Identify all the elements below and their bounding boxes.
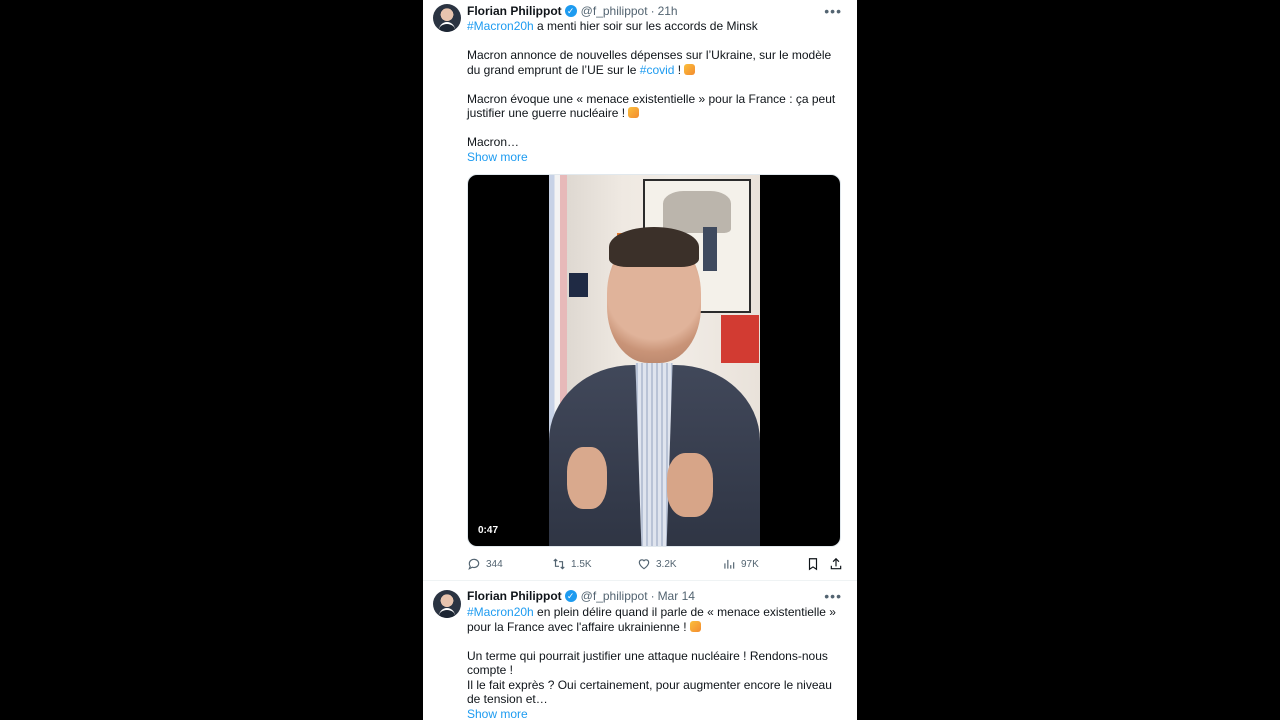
hashtag-link[interactable]: #Macron20h bbox=[467, 605, 534, 619]
author-avatar[interactable] bbox=[433, 590, 461, 618]
tweet-header: Florian Philippot ✓ @f_philippot · 21h bbox=[467, 2, 678, 20]
show-more-link[interactable]: Show more bbox=[467, 150, 847, 165]
verified-badge-icon: ✓ bbox=[564, 5, 577, 17]
video-player[interactable]: 0:47 bbox=[467, 174, 841, 547]
like-button[interactable]: 3.2K bbox=[637, 556, 677, 572]
reply-count: 344 bbox=[486, 558, 503, 570]
tweet[interactable]: Florian Philippot ✓ @f_philippot · 21h •… bbox=[423, 0, 857, 581]
tweet-paragraph: Macron… bbox=[467, 135, 520, 149]
tweet-paragraph: Il le fait exprès ? Oui certainement, po… bbox=[467, 677, 832, 707]
tweet-timestamp[interactable]: 21h bbox=[658, 2, 678, 20]
reply-button[interactable]: 344 bbox=[467, 556, 503, 572]
share-button[interactable] bbox=[829, 557, 843, 576]
tweet-header: Florian Philippot ✓ @f_philippot · Mar 1… bbox=[467, 587, 695, 605]
speaker-hand bbox=[567, 447, 607, 509]
tweet-text: #Macron20h en plein délire quand il parl… bbox=[467, 605, 847, 720]
reply-icon bbox=[468, 558, 480, 570]
video-duration: 0:47 bbox=[474, 524, 503, 537]
facepalm-emoji-icon bbox=[689, 620, 701, 632]
wall-poster bbox=[569, 273, 588, 297]
author-avatar[interactable] bbox=[433, 4, 461, 32]
share-icon bbox=[830, 557, 842, 570]
tweet-timestamp[interactable]: Mar 14 bbox=[658, 587, 695, 605]
repost-icon bbox=[553, 558, 565, 570]
views-button[interactable]: 97K bbox=[722, 556, 759, 572]
views-count: 97K bbox=[741, 558, 759, 570]
more-icon[interactable]: ••• bbox=[824, 589, 842, 603]
tweet-actions: 344 1.5K 3.2K 97K bbox=[467, 556, 847, 572]
timeline-feed: Florian Philippot ✓ @f_philippot · 21h •… bbox=[423, 0, 857, 720]
speaker-hand bbox=[667, 453, 713, 517]
tweet-paragraph-end: ! bbox=[674, 62, 685, 77]
separator: · bbox=[650, 4, 655, 18]
bookmark-icon bbox=[808, 558, 818, 571]
video-frame[interactable] bbox=[549, 175, 760, 546]
hashtag-link[interactable]: #covid bbox=[640, 63, 675, 77]
facepalm-emoji-icon bbox=[684, 63, 696, 75]
show-more-link[interactable]: Show more bbox=[467, 707, 847, 720]
author-name[interactable]: Florian Philippot bbox=[467, 2, 562, 20]
bookmark-button[interactable] bbox=[806, 557, 820, 576]
tweet-paragraph: Macron évoque une « menace existentielle… bbox=[467, 91, 836, 121]
tweet-paragraph: Un terme qui pourrait justifier une atta… bbox=[467, 648, 828, 678]
hashtag-link[interactable]: #Macron20h bbox=[467, 19, 534, 33]
tweet-text: #Macron20h a menti hier soir sur les acc… bbox=[467, 19, 847, 164]
tweet-line: a menti hier soir sur les accords de Min… bbox=[533, 19, 758, 33]
tweet[interactable]: Florian Philippot ✓ @f_philippot · Mar 1… bbox=[423, 581, 857, 720]
verified-badge-icon: ✓ bbox=[564, 590, 577, 602]
repost-count: 1.5K bbox=[571, 558, 592, 570]
more-icon[interactable]: ••• bbox=[824, 4, 842, 18]
like-count: 3.2K bbox=[656, 558, 677, 570]
wall-poster bbox=[721, 315, 759, 363]
repost-button[interactable]: 1.5K bbox=[552, 556, 592, 572]
facepalm-emoji-icon bbox=[628, 107, 640, 118]
views-icon bbox=[724, 559, 735, 569]
heart-icon bbox=[638, 559, 650, 570]
author-handle[interactable]: @f_philippot bbox=[581, 587, 648, 605]
author-handle[interactable]: @f_philippot bbox=[581, 2, 648, 20]
separator: · bbox=[650, 589, 655, 603]
speaker-hair bbox=[609, 227, 699, 267]
author-name[interactable]: Florian Philippot bbox=[467, 587, 562, 605]
